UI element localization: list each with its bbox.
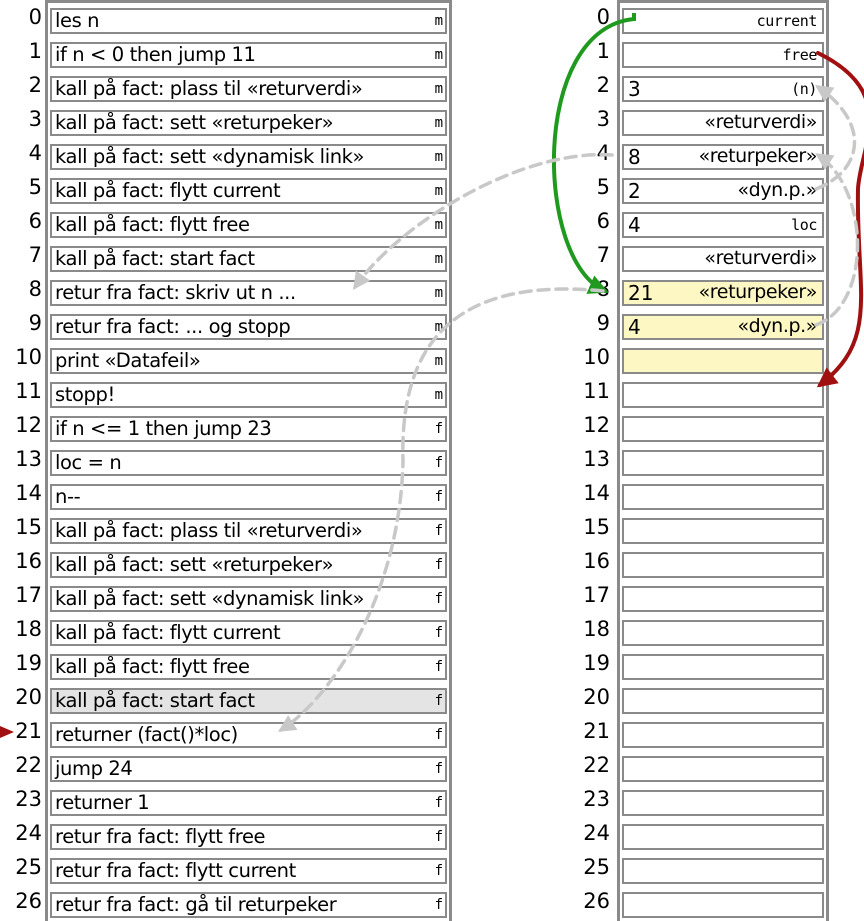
return-pointer-arrow-8-to-21 bbox=[278, 287, 605, 732]
program-counter-arrow bbox=[0, 726, 14, 738]
return-pointer-arrow-4-to-8 bbox=[352, 152, 614, 290]
arrows-layer bbox=[0, 13, 864, 738]
free-pointer-arrow bbox=[816, 51, 864, 388]
diagram-stage: les n m if n < 0 then jump 11 m kall på fact… bbox=[0, 0, 864, 921]
dynamic-link-arrow-9-to-4 bbox=[814, 153, 860, 327]
